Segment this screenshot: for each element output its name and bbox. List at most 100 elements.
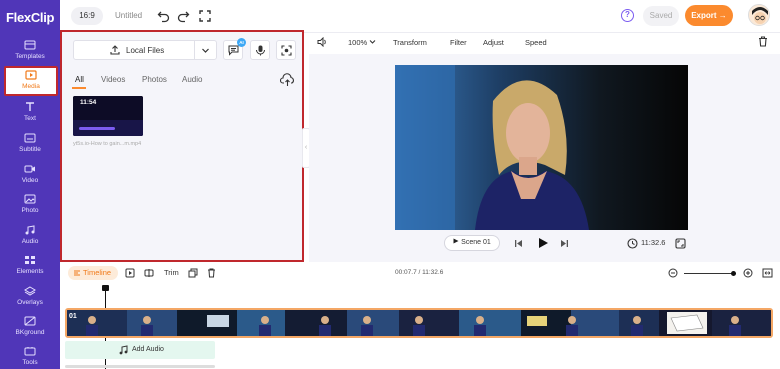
- zoom-select[interactable]: 100%: [348, 38, 376, 47]
- split-icon[interactable]: [144, 268, 154, 278]
- tab-videos[interactable]: Videos: [101, 75, 125, 84]
- video-icon: [24, 165, 35, 173]
- photo-icon: [24, 194, 36, 204]
- sidebar-item-audio[interactable]: Audio: [0, 223, 60, 253]
- sidebar-item-label: Tools: [22, 359, 38, 366]
- media-panel: Local Files AI All Videos Photos Audio 1…: [60, 30, 304, 262]
- text-icon: [26, 102, 34, 111]
- zoom-value: 100%: [348, 38, 368, 47]
- avatar[interactable]: [748, 4, 770, 26]
- timeline-scrollbar[interactable]: [65, 365, 215, 368]
- local-files-label: Local Files: [126, 46, 165, 55]
- upload-icon: [110, 45, 120, 55]
- avatar-face-icon: [749, 5, 769, 25]
- add-audio-label: Add Audio: [132, 346, 164, 353]
- timeline-label: Timeline: [83, 268, 112, 277]
- sidebar-item-elements[interactable]: Elements: [0, 253, 60, 283]
- sidebar-item-label: Templates: [15, 53, 45, 60]
- sidebar-item-label: Photo: [21, 207, 39, 214]
- sidebar-item-templates[interactable]: Templates: [0, 38, 60, 68]
- screen-record-icon: [281, 45, 292, 56]
- undo-icon[interactable]: [157, 9, 171, 23]
- media-file-name: yt5s.io-How to gain...m.mp4: [73, 141, 142, 147]
- thumbnail-progress-bar: [79, 127, 115, 130]
- filter-button[interactable]: Filter: [450, 38, 467, 47]
- zoom-out-icon[interactable]: [668, 268, 678, 278]
- subtitle-icon: [24, 133, 36, 143]
- logo-text: FlexClip: [6, 9, 55, 25]
- zoom-slider-handle[interactable]: [731, 271, 737, 276]
- tab-all[interactable]: All: [75, 75, 84, 84]
- record-screen-button[interactable]: [276, 40, 296, 60]
- scene-label: Scene 01: [461, 239, 491, 246]
- sidebar-item-tools[interactable]: Tools: [0, 344, 60, 369]
- record-audio-button[interactable]: [250, 40, 270, 60]
- saved-button[interactable]: Saved: [643, 6, 679, 26]
- duration-display: 11:32.6: [641, 238, 666, 247]
- redo-icon[interactable]: [176, 9, 190, 23]
- clock-icon: [627, 238, 638, 249]
- play-icon[interactable]: [538, 237, 549, 249]
- play-small-icon: [453, 238, 459, 244]
- media-item-thumbnail[interactable]: 11:54: [73, 96, 143, 136]
- timeline-toolbar: Timeline Trim 00:07.7 / 11:32.6: [60, 262, 780, 284]
- delete-icon[interactable]: [207, 268, 216, 278]
- timeline-toggle[interactable]: Timeline: [68, 266, 118, 280]
- sidebar-item-label: Text: [24, 115, 36, 122]
- fullscreen-icon[interactable]: [198, 9, 212, 23]
- video-track[interactable]: 01: [65, 308, 773, 338]
- elements-icon: [25, 256, 35, 264]
- transform-button[interactable]: Transform: [393, 38, 427, 47]
- add-scene-icon[interactable]: [125, 268, 135, 278]
- cloud-icon[interactable]: [280, 73, 295, 87]
- sidebar-item-overlays[interactable]: Overlays: [0, 284, 60, 314]
- video-preview[interactable]: [395, 65, 688, 230]
- chat-icon: [228, 45, 239, 56]
- sidebar-item-text[interactable]: Text: [0, 100, 60, 130]
- clip-filmstrip: [67, 310, 771, 336]
- top-bar: 16:9 Untitled ? Saved Export →: [60, 0, 780, 33]
- tab-audio[interactable]: Audio: [182, 75, 202, 84]
- volume-icon[interactable]: [317, 37, 328, 47]
- project-title[interactable]: Untitled: [115, 11, 142, 20]
- fullscreen-preview-icon[interactable]: [675, 238, 686, 249]
- sidebar-item-background[interactable]: BKground: [0, 314, 60, 344]
- skip-forward-icon[interactable]: [560, 239, 569, 248]
- templates-icon: [24, 40, 36, 50]
- sidebar-item-label: Video: [21, 177, 39, 184]
- aspect-ratio-button[interactable]: 16:9: [71, 7, 103, 25]
- scene-button[interactable]: Scene 01: [444, 235, 500, 251]
- trash-icon[interactable]: [758, 36, 768, 47]
- zoom-in-icon[interactable]: [743, 268, 753, 278]
- add-audio-button[interactable]: Add Audio: [65, 341, 215, 359]
- speed-button[interactable]: Speed: [525, 38, 547, 47]
- export-button[interactable]: Export →: [685, 5, 733, 26]
- sidebar-item-subtitle[interactable]: Subtitle: [0, 131, 60, 161]
- chevron-down-icon[interactable]: [201, 46, 210, 55]
- left-sidebar: FlexClip Templates Media Text Subtitle V…: [0, 0, 60, 369]
- editor-toolbar: 100% Transform Filter Adjust Speed: [309, 30, 780, 54]
- local-files-button[interactable]: Local Files: [73, 40, 217, 60]
- tools-icon: [24, 347, 36, 356]
- tab-photos[interactable]: Photos: [142, 75, 167, 84]
- adjust-button[interactable]: Adjust: [483, 38, 504, 47]
- active-tab-indicator: [72, 87, 86, 89]
- app-logo[interactable]: FlexClip: [0, 0, 60, 34]
- sidebar-item-media[interactable]: Media: [4, 66, 58, 96]
- sidebar-item-photo[interactable]: Photo: [0, 192, 60, 222]
- zoom-slider[interactable]: [684, 273, 736, 274]
- background-icon: [24, 316, 36, 326]
- timeline-icon: [74, 270, 80, 276]
- clip-number: 01: [69, 313, 77, 320]
- music-note-icon: [119, 345, 128, 355]
- skip-back-icon[interactable]: [514, 239, 523, 248]
- sidebar-item-video[interactable]: Video: [0, 162, 60, 192]
- help-icon[interactable]: ?: [621, 9, 634, 22]
- fit-timeline-icon[interactable]: [762, 268, 773, 278]
- media-icon: [25, 70, 37, 80]
- trim-button[interactable]: Trim: [164, 268, 179, 277]
- duplicate-icon[interactable]: [188, 268, 198, 278]
- ai-badge: AI: [237, 38, 246, 47]
- sidebar-item-label: Audio: [21, 238, 39, 245]
- timeline-time: 00:07.7 / 11:32.6: [395, 269, 444, 276]
